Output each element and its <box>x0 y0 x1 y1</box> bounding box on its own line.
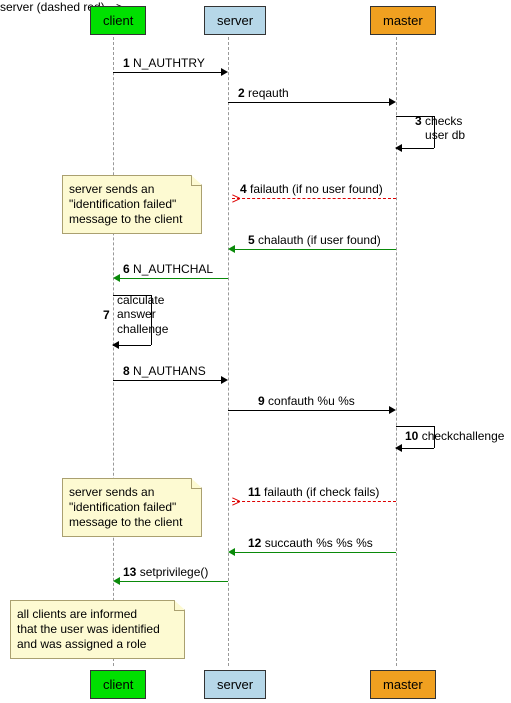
message-3: 3 checks user db <box>415 114 465 143</box>
arrowhead-12 <box>228 548 235 556</box>
arrowhead-2 <box>389 98 396 106</box>
arrow-8 <box>113 380 221 381</box>
message-13: 13 setprivilege() <box>123 565 208 579</box>
arrow-12 <box>232 552 396 553</box>
arrowhead-5 <box>228 245 235 253</box>
message-2: 2 reqauth <box>238 86 289 100</box>
lifeline-client <box>113 32 114 666</box>
message-10: 10 checkchallenge <box>405 429 504 443</box>
arrow-11 <box>232 501 396 502</box>
lifeline-master <box>396 32 397 666</box>
arrow-9 <box>228 410 389 411</box>
participant-label: client <box>103 13 133 28</box>
arrow-6 <box>117 278 228 279</box>
note-1: server sends an "identification failed" … <box>62 175 202 234</box>
message-9: 9 confauth %u %s <box>258 394 355 408</box>
message-7-num: 7 <box>103 308 110 322</box>
arrow-2 <box>228 102 389 103</box>
participant-server-bottom: server <box>204 670 266 699</box>
participant-label: client <box>103 677 133 692</box>
lifeline-server <box>228 32 229 666</box>
participant-label: master <box>383 677 423 692</box>
arrowhead-9 <box>389 406 396 414</box>
message-6: 6 N_AUTHCHAL <box>123 262 213 276</box>
participant-master-top: master <box>370 6 436 35</box>
participant-client-bottom: client <box>90 670 146 699</box>
message-1: 1 N_AUTHTRY <box>123 56 205 70</box>
arrow-1 <box>113 72 221 73</box>
arrowhead-13 <box>113 577 120 585</box>
participant-server-top: server <box>204 6 266 35</box>
message-4: 4 failauth (if no user found) <box>240 182 383 196</box>
message-12: 12 succauth %s %s %s <box>248 536 373 550</box>
arrowhead-6 <box>113 274 120 282</box>
participant-label: server <box>217 677 253 692</box>
arrowhead-1 <box>221 68 228 76</box>
participant-label: server <box>217 13 253 28</box>
participant-master-bottom: master <box>370 670 436 699</box>
message-7: calculate answer challenge <box>117 293 168 336</box>
arrow-4 <box>232 198 396 199</box>
message-8: 8 N_AUTHANS <box>123 364 206 378</box>
sequence-diagram: client server master client server maste… <box>0 0 511 703</box>
message-5: 5 chalauth (if user found) <box>248 233 381 247</box>
arrow-13 <box>117 581 228 582</box>
arrow-5 <box>232 249 396 250</box>
note-2: server sends an "identification failed" … <box>62 478 202 537</box>
participant-label: master <box>383 13 423 28</box>
arrowhead-8 <box>221 376 228 384</box>
participant-client-top: client <box>90 6 146 35</box>
note-3: all clients are informed that the user w… <box>10 600 185 659</box>
message-11: 11 failauth (if check fails) <box>248 485 379 499</box>
